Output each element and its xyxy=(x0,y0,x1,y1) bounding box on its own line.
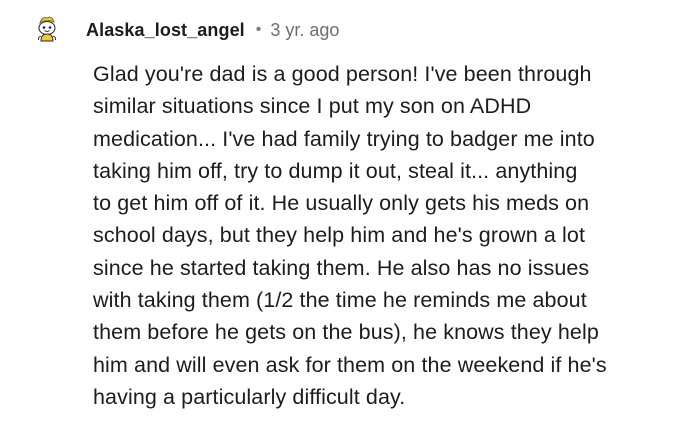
comment-age[interactable]: 3 yr. ago xyxy=(270,20,339,41)
comment-body: Glad you're dad is a good person! I've b… xyxy=(93,58,683,413)
comment-body-line: having a particularly difficult day. xyxy=(93,384,406,409)
comment-body-line: them before he gets on the bus), he know… xyxy=(93,320,599,345)
comment-body-line: with taking them (1/2 the time he remind… xyxy=(93,288,587,313)
comment-author[interactable]: Alaska_lost_angel xyxy=(86,20,245,41)
comment-header: Alaska_lost_angel • 3 yr. ago xyxy=(86,18,339,42)
comment-body-line: him and will even ask for them on the we… xyxy=(93,352,607,377)
comment-body-line: taking him off, try to dump it out, stea… xyxy=(93,158,578,183)
comment-body-line: since he started taking them. He also ha… xyxy=(93,255,590,280)
comment-body-line: Glad you're dad is a good person! I've b… xyxy=(93,62,592,86)
comment-body-line: to get him off of it. He usually only ge… xyxy=(93,191,590,216)
user-avatar[interactable] xyxy=(32,14,62,44)
comment-body-line: school days, but they help him and he's … xyxy=(93,223,586,248)
comment-body-line: similar situations since I put my son on… xyxy=(93,94,532,119)
snoo-avatar-icon xyxy=(37,16,57,42)
meta-separator: • xyxy=(255,21,262,38)
comment-card: Alaska_lost_angel • 3 yr. ago Glad you'r… xyxy=(0,0,700,421)
comment-body-line: medication... I've had family trying to … xyxy=(93,126,595,151)
